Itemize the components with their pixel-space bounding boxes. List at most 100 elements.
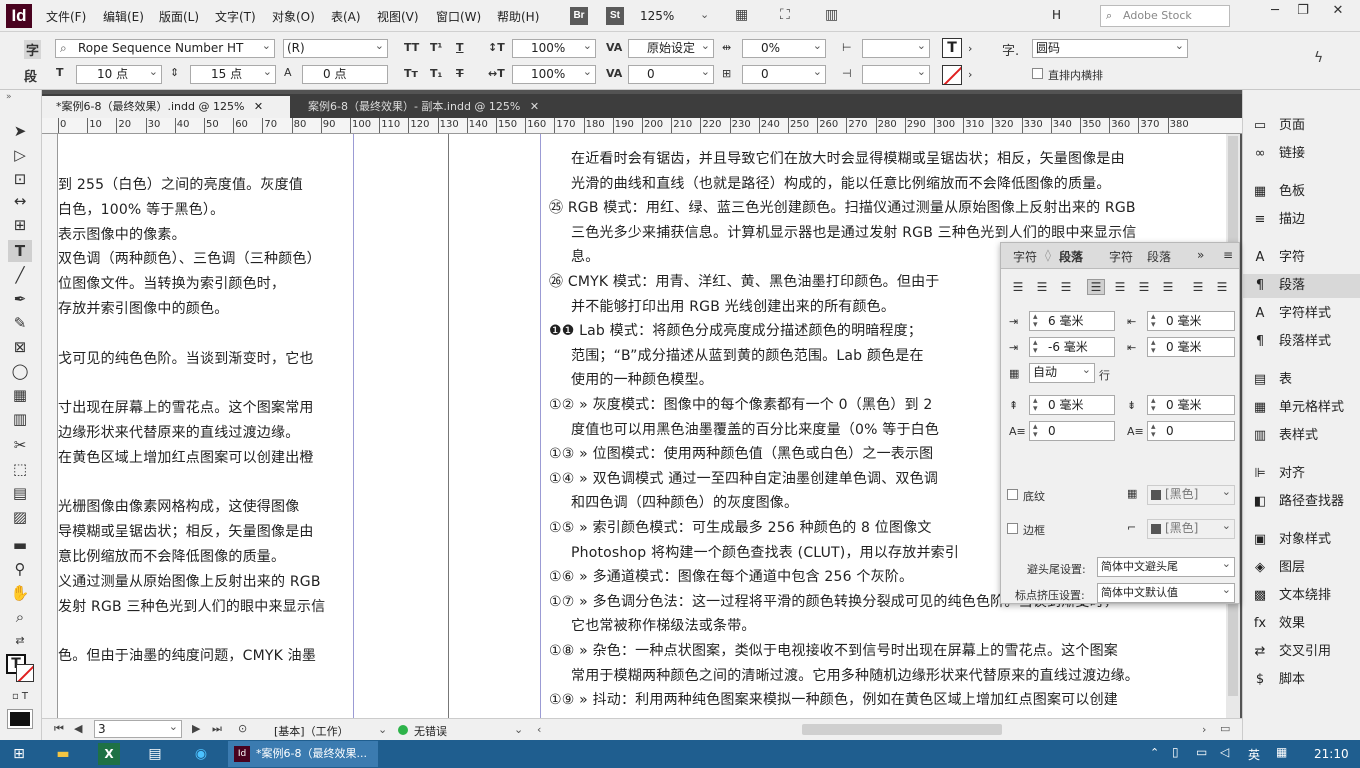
restore-button[interactable]: ❐ — [1290, 3, 1316, 21]
text-line[interactable]: 息。 — [571, 246, 599, 266]
tray-expand-icon[interactable]: ⌃ — [1150, 746, 1159, 759]
text-line[interactable]: ①② » 灰度模式：图像中的每个像素都有一个 0（黑色）到 2 — [549, 394, 932, 414]
align-left-icon[interactable]: ☰ — [1009, 279, 1027, 295]
prev-page-icon[interactable]: ◀ — [74, 722, 82, 735]
panel-item-18[interactable]: $ 脚本 — [1251, 668, 1305, 692]
right-indent-field[interactable]: ▴ ▾ 0 毫米 — [1147, 311, 1235, 331]
panel-item-0[interactable]: ▭ 页面 — [1251, 114, 1305, 138]
adobe-stock-search[interactable]: ⌕ Adobe Stock — [1100, 5, 1230, 27]
aki-after-field[interactable] — [862, 65, 930, 84]
page-number-field[interactable]: 3 — [94, 720, 182, 738]
fill-text-icon[interactable]: T — [942, 38, 962, 58]
direct-selection-tool-icon[interactable]: ▷ — [8, 144, 32, 166]
horizontal-scale-field[interactable]: 100% — [512, 65, 596, 84]
panel-item-13[interactable]: ▣ 对象样式 — [1251, 528, 1331, 552]
shading-color-select[interactable]: [黑色] — [1147, 485, 1235, 505]
display-icon[interactable]: ▭ — [1196, 745, 1207, 759]
menu-item-1[interactable]: 编辑(E) — [103, 8, 144, 25]
tab-close-icon[interactable]: ✕ — [254, 100, 263, 113]
working-mode[interactable]: [基本]（工作） — [274, 723, 349, 739]
text-line[interactable]: 在黄色区域上增加红点图案可以创建出橙 — [58, 447, 314, 467]
text-line[interactable]: 和四色调（四种颜色）的灰度图像。 — [571, 492, 798, 512]
vertical-ruler[interactable] — [42, 134, 58, 718]
free-transform-tool-icon[interactable]: ⬚ — [8, 458, 32, 480]
text-line[interactable]: 边缘形状来代替原来的直线过渡边缘。 — [58, 422, 299, 442]
tracking-field[interactable]: 0 — [628, 65, 714, 84]
justify-center-icon[interactable]: ☰ — [1111, 279, 1129, 295]
gradient-feather-tool-icon[interactable]: ▨ — [8, 506, 32, 528]
leading-field[interactable]: 15 点 — [190, 65, 276, 84]
mojikumi-select[interactable]: 简体中文默认值 — [1097, 583, 1235, 603]
text-line[interactable]: 并不能够打印出用 RGB 光线创建出来的所有颜色。 — [571, 296, 895, 316]
tate-chu-yoko-checkbox[interactable] — [1032, 68, 1043, 79]
panel-item-14[interactable]: ◈ 图层 — [1251, 556, 1305, 580]
preflight-status[interactable]: 无错误 — [414, 723, 447, 739]
pen-tool-icon[interactable]: ✒ — [8, 288, 32, 310]
text-line[interactable]: 戈可见的纯色色阶。当谈到渐变时，它也 — [58, 348, 314, 368]
page-left[interactable]: 到 255（白色）之间的亮度值。灰度值 白色，100% 等于黑色）。 表示图像中的像… — [58, 134, 448, 718]
panel-item-2[interactable]: ▦ 色板 — [1251, 180, 1305, 204]
panel-item-16[interactable]: fx 效果 — [1251, 612, 1305, 636]
menu-item-3[interactable]: 文字(T) — [215, 8, 256, 25]
last-line-indent-field[interactable]: ▴ ▾ 0 毫米 — [1147, 337, 1235, 357]
zoom-tool-icon[interactable]: ⌕ — [8, 606, 32, 628]
selection-tool-icon[interactable]: ➤ — [8, 120, 32, 142]
text-line[interactable]: 导模糊或呈锯齿状；相反，矢量图像是由 — [58, 521, 314, 541]
stroke-none-icon[interactable] — [942, 65, 962, 85]
menu-item-8[interactable]: 帮助(H) — [497, 8, 539, 25]
text-line[interactable]: 寸出现在屏幕上的雪花点。这个图案常用 — [58, 397, 314, 417]
text-line[interactable]: 常用于模糊两种颜色之间的清晰过渡。它用多种随机边缘形状来代替原来的直线过渡边缘。 — [571, 665, 1139, 685]
vertical-scale-field[interactable]: 100% — [512, 39, 596, 58]
last-page-icon[interactable]: ⏭ — [212, 722, 222, 736]
text-line[interactable]: ①⑤ » 索引颜色模式：可生成最多 256 种颜色的 8 位图像文 — [549, 517, 932, 537]
panel-item-5[interactable]: ¶ 段落 — [1243, 274, 1360, 298]
mode-dropdown-icon[interactable]: ⌄ — [378, 723, 387, 736]
first-page-icon[interactable]: ⏮ — [54, 722, 64, 736]
ellipse-tool-icon[interactable]: ◯ — [8, 360, 32, 382]
text-line[interactable]: ❶❶ Lab 模式：将颜色分成亮度成分描述颜色的明暗程度； — [549, 320, 922, 340]
ime-indicator[interactable]: 英 — [1248, 746, 1260, 763]
menu-item-5[interactable]: 表(A) — [331, 8, 361, 25]
screen-mode-normal-icon[interactable] — [7, 709, 33, 729]
text-line[interactable]: ①⑨ » 抖动：利用两种纯色图案来模拟一种颜色，例如在黄色区域上增加红点图案可以… — [549, 689, 1118, 709]
ime-mode-icon[interactable]: ▦ — [1276, 745, 1287, 759]
text-line[interactable]: ㉕ RGB 模式：用红、绿、蓝三色光创建颜色。扫描仪通过测量从原始图像上反射出来… — [549, 197, 1136, 217]
default-colors-icon[interactable]: ⇄ — [8, 630, 32, 652]
border-settings-icon[interactable]: ⌐ — [1127, 521, 1136, 534]
lightning-icon[interactable]: ϟ — [1314, 50, 1323, 66]
align-away-spine-icon[interactable]: ☰ — [1213, 279, 1231, 295]
panel-item-11[interactable]: ⊫ 对齐 — [1251, 462, 1305, 486]
menu-item-0[interactable]: 文件(F) — [46, 8, 86, 25]
kinsoku-select[interactable]: 简体中文避头尾 — [1097, 557, 1235, 577]
text-line[interactable]: 在近看时会有锯齿，并且导致它们在放大时会显得模糊或呈锯齿状；相反，矢量图像是由 — [571, 148, 1125, 168]
gradient-swatch-tool-icon[interactable]: ▤ — [8, 482, 32, 504]
horizontal-ruler[interactable]: 0 10 20 30 40 50 60 70 80 90 100 110 120 130 140 150 160… — [42, 118, 1242, 134]
text-line[interactable]: 光滑的曲线和直线（也就是路径）构成的，能以任意比例缩放而不会降低图像的质量。 — [571, 173, 1111, 193]
text-line[interactable]: 范围；“B”成分描述从蓝到黄的颜色范围。Lab 颜色是在 — [571, 345, 924, 365]
grid-align-select[interactable]: 自动 — [1029, 363, 1095, 383]
drop-cap-lines-field[interactable]: ▴ ▾ 0 — [1029, 421, 1115, 441]
tab-character[interactable]: 字符 — [1013, 248, 1037, 265]
text-line[interactable]: 白色，100% 等于黑色）。 — [58, 199, 224, 219]
panel-menu-icon[interactable]: ≡ — [1223, 248, 1233, 262]
scroll-right-icon[interactable]: › — [1202, 723, 1206, 736]
text-line[interactable]: 表示图像中的像素。 — [58, 224, 186, 244]
shading-checkbox[interactable] — [1007, 489, 1018, 500]
text-line[interactable]: ①⑥ » 多通道模式：图像在每个通道中包含 256 个灰阶。 — [549, 566, 913, 586]
zoom-dropdown-icon[interactable]: ⌄ — [700, 8, 709, 21]
drop-cap-chars-field[interactable]: ▴ ▾ 0 — [1147, 421, 1235, 441]
paragraph-mode-button[interactable]: 段 — [24, 66, 37, 85]
line-tool-icon[interactable]: ╱ — [8, 264, 32, 286]
panel-item-15[interactable]: ▩ 文本绕排 — [1251, 584, 1331, 608]
arrange-docs-icon[interactable]: ▥ — [825, 7, 838, 23]
kerning-field[interactable]: 原始设定 — [628, 39, 714, 58]
text-line[interactable]: 义通过测量从原始图像上反射出来的 RGB — [58, 571, 321, 591]
content-collector-icon[interactable]: ⊞ — [8, 214, 32, 236]
view-options-icon[interactable]: ▦ — [735, 7, 748, 23]
network-icon[interactable]: ▯ — [1172, 745, 1179, 759]
panel-item-10[interactable]: ▥ 表样式 — [1251, 424, 1318, 448]
screen-mode-icon[interactable]: ⛶ — [780, 7, 790, 23]
tab-swap-icon[interactable]: ◊ — [1045, 248, 1051, 262]
grid-field[interactable]: 0 — [742, 65, 826, 84]
menu-item-6[interactable]: 视图(V) — [377, 8, 419, 25]
